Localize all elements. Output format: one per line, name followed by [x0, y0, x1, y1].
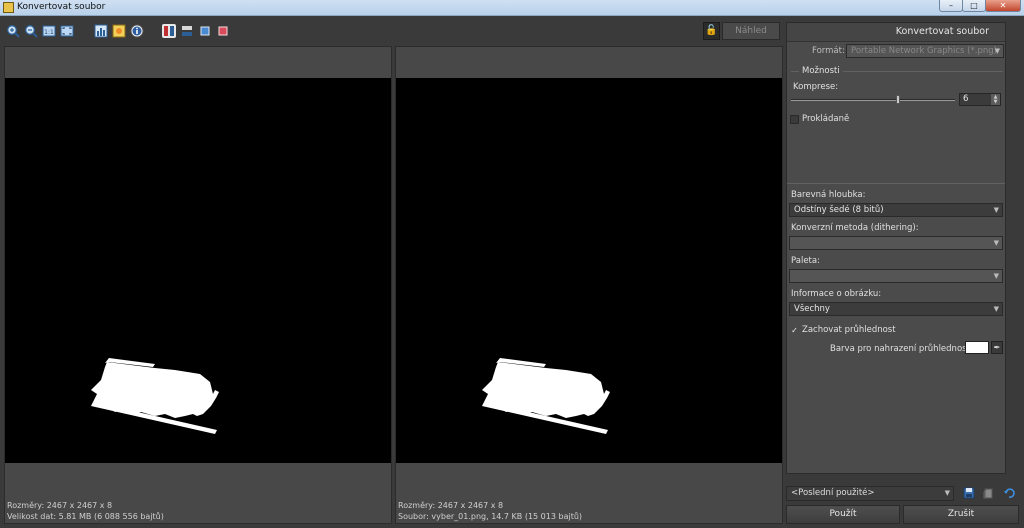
preview-button[interactable]: Náhled	[722, 22, 780, 40]
window-title: Konvertovat soubor	[17, 2, 106, 12]
compression-slider-thumb[interactable]	[895, 95, 900, 104]
section-divider	[787, 183, 1005, 184]
original-preview-pane: Rozměry: 2467 x 2467 x 8 Velikost dat: 5…	[4, 46, 392, 524]
single-view-icon[interactable]	[198, 24, 212, 38]
chevron-down-icon: ▼	[993, 305, 999, 313]
svg-text:1:1: 1:1	[44, 29, 54, 36]
replace-color-swatch[interactable]	[965, 341, 989, 354]
save-icon[interactable]	[963, 487, 975, 499]
interlaced-checkbox[interactable]	[790, 115, 799, 124]
split-vertical-icon[interactable]	[162, 24, 176, 38]
image-info-label: Informace o obrázku:	[791, 289, 882, 299]
keep-transparency-label: Zachovat průhlednost	[802, 325, 896, 335]
minimize-button[interactable]: –	[939, 0, 963, 12]
compression-slider-track[interactable]	[791, 99, 955, 101]
original-view-icon[interactable]	[216, 24, 230, 38]
tank-wagon-mask	[91, 358, 219, 434]
format-value: Portable Network Graphics (*.png)	[851, 46, 997, 56]
maximize-button[interactable]: □	[962, 0, 986, 12]
converted-image-info: Rozměry: 2467 x 2467 x 8 Soubor: vyber_0…	[398, 500, 582, 522]
panel-title: Konvertovat soubor	[787, 23, 1005, 42]
close-button[interactable]: ✕	[985, 0, 1021, 12]
histogram-icon[interactable]	[94, 24, 108, 38]
image-info-select[interactable]: Všechny ▼	[789, 302, 1003, 316]
chevron-down-icon: ▼	[993, 272, 999, 280]
options-group-line	[791, 71, 799, 72]
compression-value: 6	[963, 94, 969, 104]
original-image-info: Rozměry: 2467 x 2467 x 8 Velikost dat: 5…	[7, 500, 164, 522]
palette-label: Paleta:	[791, 256, 820, 266]
chevron-down-icon: ▼	[993, 239, 999, 247]
dithering-select[interactable]: ▼	[789, 236, 1003, 250]
original-data-size: Velikost dat: 5.81 MB (6 088 556 bajtů)	[7, 512, 164, 521]
palette-select[interactable]: ▼	[789, 269, 1003, 283]
color-icon[interactable]	[112, 24, 126, 38]
app-icon	[3, 2, 14, 13]
toolbar: 1:1 🔓 Náhled	[0, 16, 784, 46]
converted-dimensions: Rozměry: 2467 x 2467 x 8	[398, 501, 504, 510]
info-icon[interactable]	[130, 24, 144, 38]
delete-preset-icon[interactable]	[982, 487, 994, 499]
chevron-down-icon: ▼	[993, 206, 999, 214]
converted-preview-pane: Rozměry: 2467 x 2467 x 8 Soubor: vyber_0…	[395, 46, 783, 524]
title-bar: Konvertovat soubor – □ ✕	[0, 0, 1024, 16]
original-dimensions: Rozměry: 2467 x 2467 x 8	[7, 501, 113, 510]
original-image-canvas[interactable]	[5, 78, 391, 463]
recent-settings-select[interactable]: <Poslední použité> ▼	[786, 486, 954, 501]
split-horizontal-icon[interactable]	[180, 24, 194, 38]
zoom-in-icon[interactable]	[6, 24, 20, 38]
apply-button[interactable]: Použít	[786, 505, 900, 524]
cancel-button[interactable]: Zrušit	[903, 505, 1019, 524]
tank-wagon-mask	[482, 358, 610, 434]
image-info-value: Všechny	[794, 304, 830, 314]
convert-settings-panel: Konvertovat soubor Formát: Portable Netw…	[786, 22, 1006, 474]
color-depth-select[interactable]: Odstíny šedé (8 bitů) ▼	[789, 203, 1003, 217]
lock-button[interactable]: 🔓	[703, 22, 720, 40]
interlaced-label: Prokládaně	[802, 114, 850, 124]
color-depth-label: Barevná hloubka:	[791, 190, 866, 200]
recent-settings-value: <Poslední použité>	[791, 488, 875, 498]
eyedropper-icon[interactable]: ✒	[991, 341, 1003, 354]
chevron-down-icon: ▼	[944, 489, 950, 497]
fit-icon[interactable]	[60, 24, 74, 38]
undo-icon[interactable]	[1003, 487, 1015, 499]
keep-transparency-checkbox[interactable]: ✓	[790, 326, 799, 335]
zoom-out-icon[interactable]	[24, 24, 38, 38]
options-group-line	[843, 71, 1003, 72]
replace-color-label: Barva pro nahrazení průhlednosti:	[830, 344, 976, 354]
options-group-label: Možnosti	[802, 66, 840, 76]
spin-down-icon[interactable]: ▼	[991, 99, 1000, 105]
actual-size-icon[interactable]: 1:1	[42, 24, 56, 38]
compression-spinbox[interactable]: 6 ▲ ▼	[959, 93, 1001, 106]
chevron-down-icon: ▼	[994, 47, 1000, 55]
converted-image-canvas[interactable]	[396, 78, 782, 463]
format-select[interactable]: Portable Network Graphics (*.png) ▼	[846, 44, 1004, 58]
dithering-label: Konverzní metoda (dithering):	[791, 223, 919, 233]
format-label: Formát:	[812, 46, 845, 56]
compression-label: Komprese:	[793, 82, 839, 92]
color-depth-value: Odstíny šedé (8 bitů)	[794, 205, 884, 215]
converted-file-info: Soubor: vyber_01.png, 14.7 KB (15 013 ba…	[398, 512, 583, 521]
